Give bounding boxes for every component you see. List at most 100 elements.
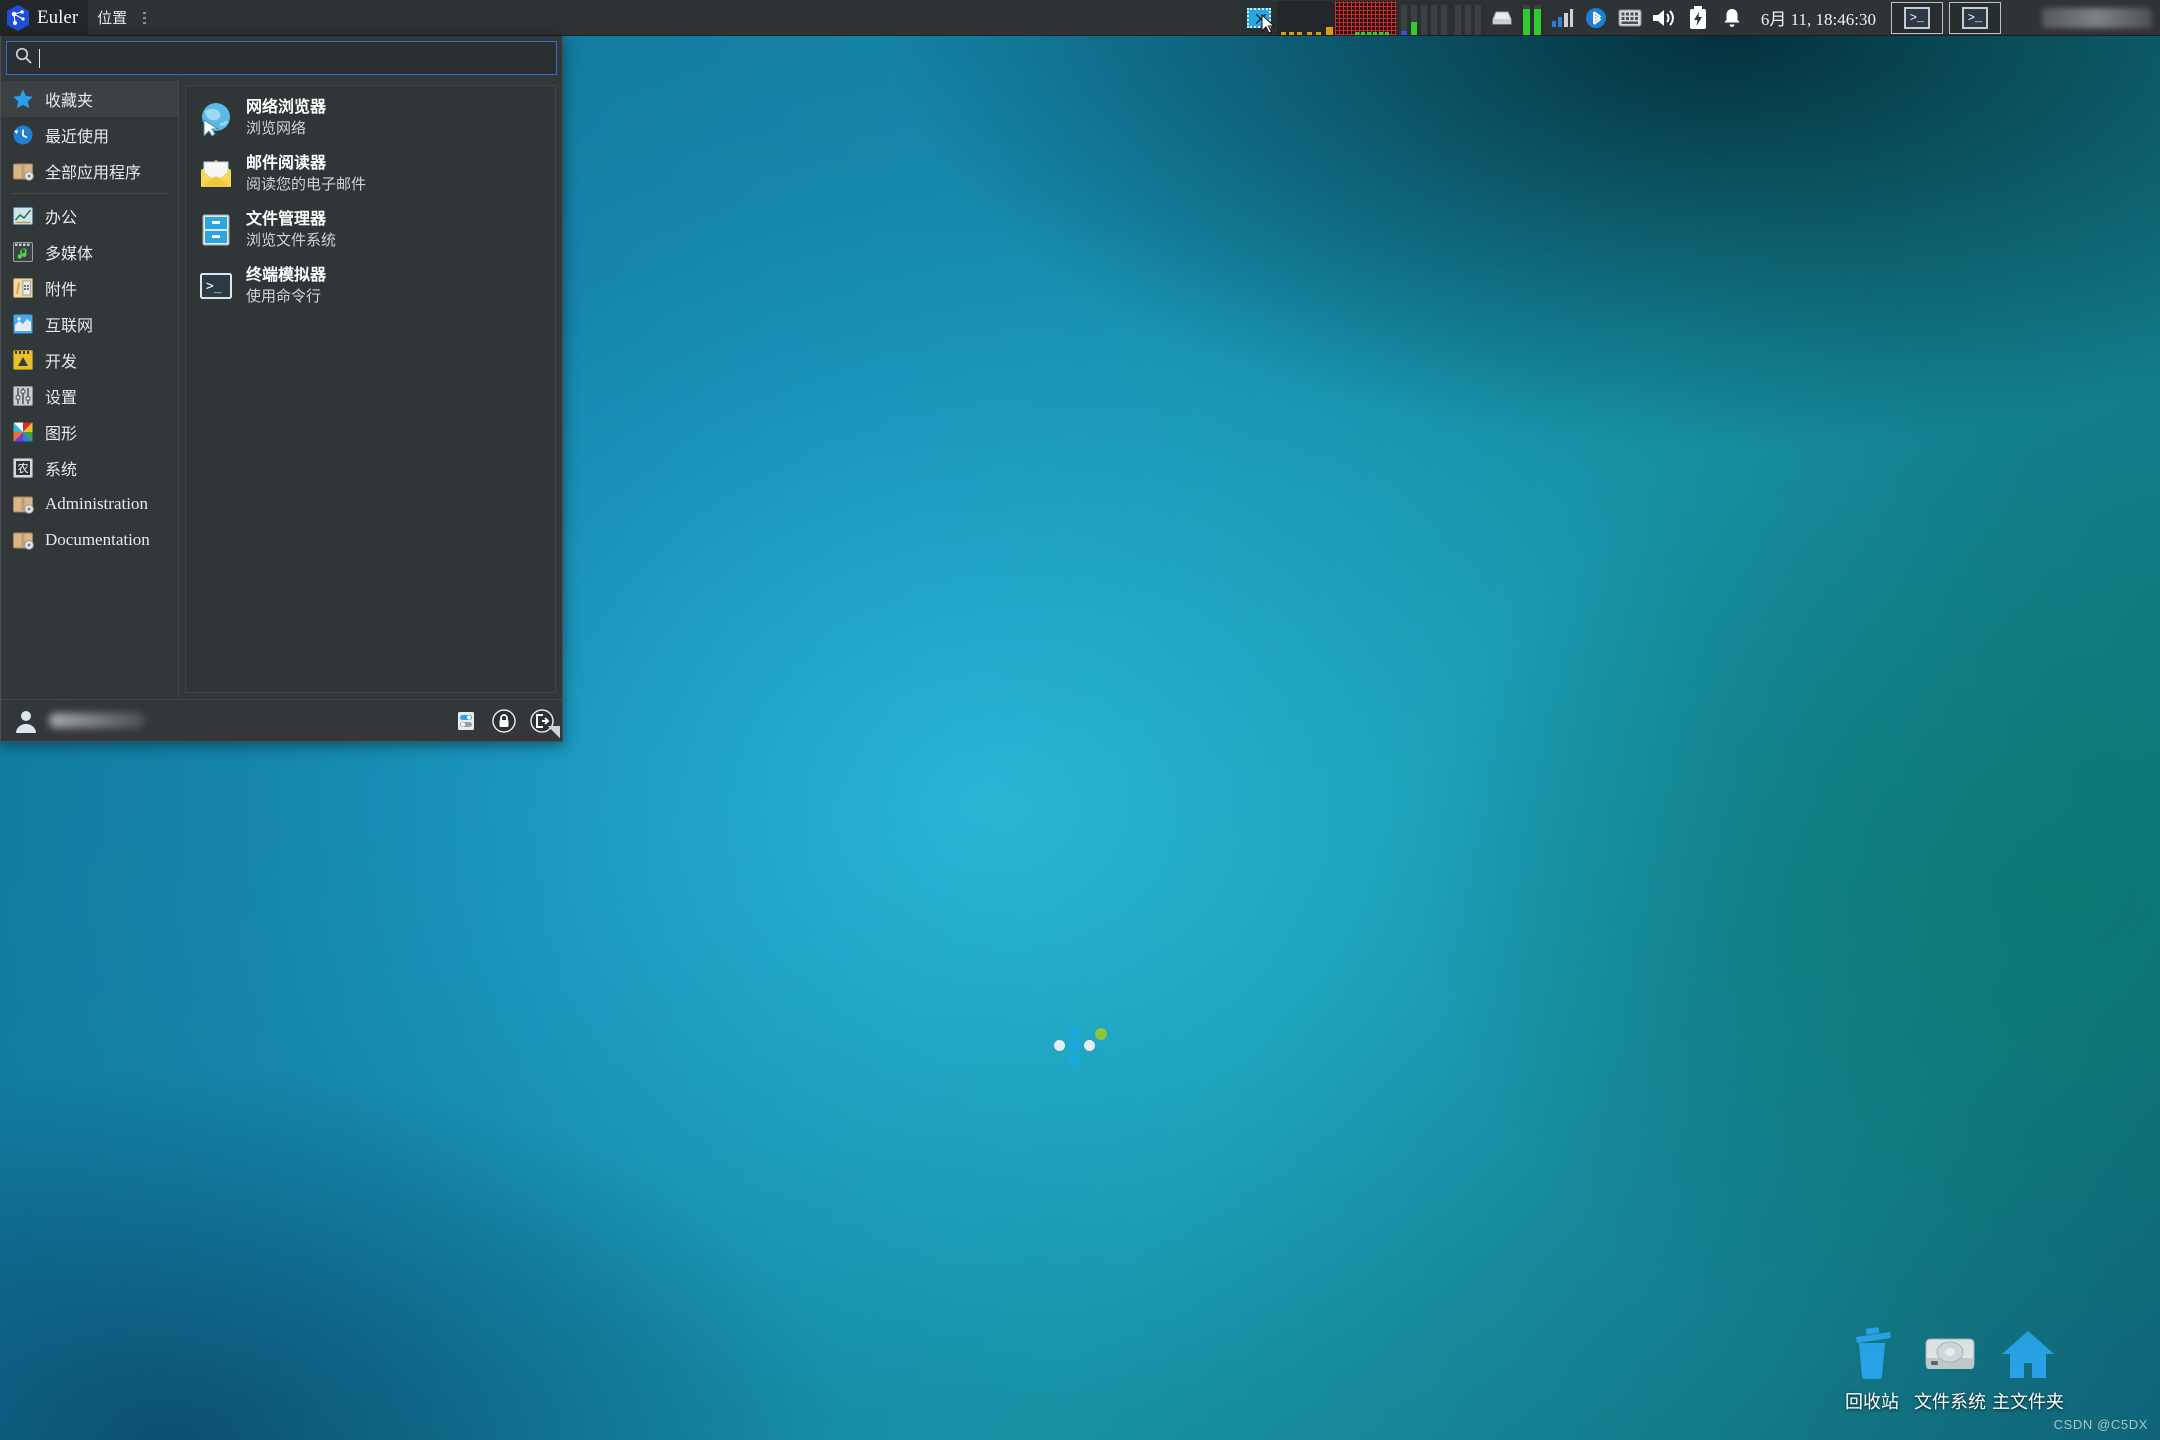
screenshot-icon[interactable]	[1240, 0, 1277, 35]
app-item-text: 文件管理器 浏览文件系统	[246, 209, 336, 251]
development-icon	[11, 348, 35, 372]
app-item-text: 邮件阅读器 阅读您的电子邮件	[246, 153, 366, 195]
app-item-mail-reader[interactable]: 邮件阅读器 阅读您的电子邮件	[188, 146, 553, 202]
io-graph-icon[interactable]	[1450, 0, 1485, 35]
category-label: 收藏夹	[45, 93, 94, 110]
category-label: 开发	[45, 354, 78, 371]
package-icon	[11, 528, 35, 552]
svg-text:>_: >_	[206, 279, 222, 294]
taskbar-window-terminal-1[interactable]: >_	[1891, 1, 1943, 34]
search-box[interactable]	[6, 41, 557, 75]
category-label: 办公	[45, 210, 78, 227]
svg-text:农: 农	[18, 461, 29, 475]
taskbar-window-terminal-2[interactable]: >_	[1949, 1, 2001, 34]
category-documentation[interactable]: Documentation	[1, 522, 178, 558]
cpu-graph-icon[interactable]	[1276, 0, 1335, 35]
app-name: 终端模拟器	[246, 267, 327, 285]
category-system[interactable]: 农 系统	[1, 450, 178, 486]
home-folder-icon	[1972, 1318, 2084, 1380]
category-label: 多媒体	[45, 246, 94, 263]
category-label: 最近使用	[45, 129, 110, 146]
category-internet[interactable]: 互联网	[1, 306, 178, 342]
accessories-icon	[11, 276, 35, 300]
desktop-icon-home[interactable]: 主文件夹	[1972, 1318, 2084, 1414]
places-label: 位置	[97, 10, 128, 27]
favorites-list: 网络浏览器 浏览网络 邮件阅读器 阅读您的电子邮件 文件管理器 浏览文件系统 >…	[185, 85, 556, 693]
signal-icon[interactable]	[1545, 0, 1579, 36]
diskperf-graph-icon[interactable]	[1396, 0, 1451, 35]
volume-icon[interactable]	[1647, 0, 1681, 36]
search-row	[1, 36, 562, 79]
category-label: 全部应用程序	[45, 165, 142, 182]
settings-sliders-icon	[11, 384, 35, 408]
text-caret	[39, 48, 40, 68]
notification-bell-icon[interactable]	[1715, 0, 1749, 36]
terminal-icon: >_	[198, 268, 234, 304]
panel-blurred-region	[2042, 7, 2152, 28]
category-label: Documentation	[45, 530, 150, 549]
clock[interactable]: 6月 11, 18:46:30	[1749, 5, 1888, 30]
netload-graph-icon[interactable]	[1334, 0, 1397, 35]
internet-globe-icon	[11, 312, 35, 336]
package-icon	[11, 492, 35, 516]
app-name: 文件管理器	[246, 211, 327, 229]
watermark: CSDN @C5DX	[2053, 1417, 2148, 1432]
multimedia-icon	[11, 240, 35, 264]
application-menu-popup: 收藏夹 最近使用 全部应用程序 办公 多媒体 附件 互联网 开发 设置 图形 农…	[0, 36, 563, 742]
category-administration[interactable]: Administration	[1, 486, 178, 522]
category-label: 互联网	[45, 318, 94, 335]
memory-gauge-icon[interactable]	[1518, 0, 1545, 35]
application-menu-button[interactable]: Euler	[0, 0, 89, 36]
panel-drag-handle[interactable]	[140, 7, 148, 29]
resize-handle[interactable]	[547, 726, 560, 739]
category-settings[interactable]: 设置	[1, 378, 178, 414]
battery-icon[interactable]	[1681, 0, 1715, 36]
terminal-icon: >_	[1962, 6, 1988, 29]
category-favorites[interactable]: 收藏夹	[1, 81, 178, 117]
system-tray: 6月 11, 18:46:30 >_ >_	[1240, 0, 2160, 36]
favorites-panel: 网络浏览器 浏览网络 邮件阅读器 阅读您的电子邮件 文件管理器 浏览文件系统 >…	[179, 79, 562, 699]
euler-logo-icon	[6, 4, 30, 31]
places-menu[interactable]: 位置	[88, 0, 136, 36]
category-accessories[interactable]: 附件	[1, 270, 178, 306]
category-graphics[interactable]: 图形	[1, 414, 178, 450]
web-browser-icon	[198, 100, 234, 138]
category-development[interactable]: 开发	[1, 342, 178, 378]
app-name: 邮件阅读器	[246, 155, 327, 173]
app-item-text: 终端模拟器 使用命令行	[246, 265, 326, 307]
category-separator	[11, 193, 170, 194]
file-manager-icon	[198, 212, 234, 248]
mail-reader-icon	[198, 156, 234, 192]
app-item-file-manager[interactable]: 文件管理器 浏览文件系统	[188, 202, 553, 258]
lock-screen-button[interactable]	[490, 707, 518, 735]
search-input[interactable]	[47, 49, 548, 67]
user-name	[49, 713, 145, 728]
app-item-text: 网络浏览器 浏览网络	[246, 97, 326, 139]
system-icon: 农	[11, 456, 35, 480]
category-multimedia[interactable]: 多媒体	[1, 234, 178, 270]
terminal-icon: >_	[1904, 6, 1930, 29]
category-office[interactable]: 办公	[1, 198, 178, 234]
wallpaper-dots-logo	[1043, 1026, 1107, 1074]
disk-icon[interactable]	[1485, 0, 1519, 36]
app-name: 网络浏览器	[246, 99, 327, 117]
menu-body: 收藏夹 最近使用 全部应用程序 办公 多媒体 附件 互联网 开发 设置 图形 农…	[1, 79, 562, 699]
search-icon	[15, 47, 32, 69]
category-label: 系统	[45, 462, 78, 479]
star-icon	[11, 87, 35, 111]
app-desc: 浏览网络	[246, 119, 307, 137]
settings-toggle-button[interactable]	[452, 707, 480, 735]
bluetooth-icon[interactable]	[1579, 0, 1613, 36]
category-label: 附件	[45, 282, 78, 299]
category-label: Administration	[45, 494, 148, 513]
category-all-applications[interactable]: 全部应用程序	[1, 153, 178, 189]
keyboard-layout-icon[interactable]	[1613, 0, 1647, 36]
app-item-web-browser[interactable]: 网络浏览器 浏览网络	[188, 90, 553, 146]
menu-footer	[1, 699, 562, 741]
desktop-icon-label: 主文件夹	[1992, 1392, 2064, 1412]
avatar[interactable]	[13, 708, 39, 734]
category-recent[interactable]: 最近使用	[1, 117, 178, 153]
category-label: 图形	[45, 426, 78, 443]
app-item-terminal[interactable]: >_ 终端模拟器 使用命令行	[188, 258, 553, 314]
package-icon	[11, 159, 35, 183]
